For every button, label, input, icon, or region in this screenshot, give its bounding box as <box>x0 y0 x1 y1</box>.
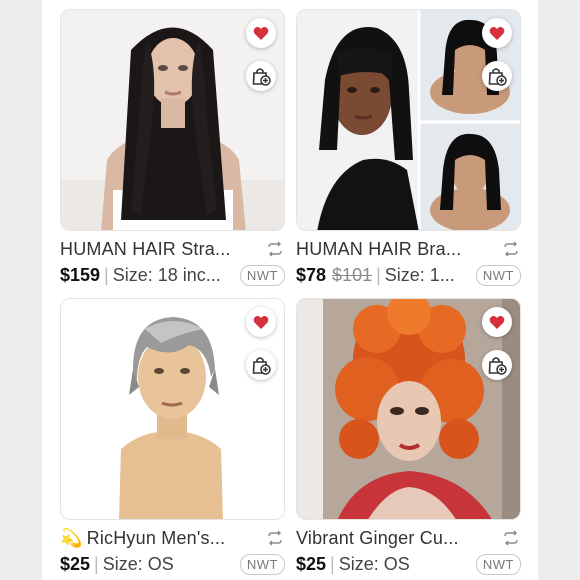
price-separator: | <box>330 553 335 574</box>
add-to-bundle-button[interactable] <box>246 61 276 91</box>
listing-price: $159 <box>60 264 101 285</box>
left-side-panel <box>0 0 42 580</box>
listing-card[interactable]: Vibrant Ginger Cu... $25 | Size: OS NWT <box>296 298 521 576</box>
heart-icon <box>489 26 505 40</box>
shopping-bag-plus-icon <box>252 357 271 375</box>
heart-icon <box>253 26 269 40</box>
like-button[interactable] <box>246 307 276 337</box>
listing-size: Size: 1... <box>384 264 455 285</box>
resell-button[interactable] <box>265 528 285 548</box>
listing-photo[interactable] <box>296 298 521 520</box>
like-button[interactable] <box>482 307 512 337</box>
listing-photo[interactable] <box>60 9 285 231</box>
listing-size: Size: OS <box>102 553 174 574</box>
condition-badge: NWT <box>239 553 285 575</box>
listing-title[interactable]: HUMAN HAIR Bra... <box>296 239 494 260</box>
shopping-bag-plus-icon <box>252 68 271 86</box>
listing-title[interactable]: Vibrant Ginger Cu... <box>296 528 494 549</box>
heart-icon <box>253 315 269 329</box>
price-separator: | <box>94 553 99 574</box>
listing-price: $25 <box>60 553 91 574</box>
listing-price: $25 <box>296 553 327 574</box>
price-separator: | <box>376 264 381 285</box>
like-button[interactable] <box>482 18 512 48</box>
listing-photo[interactable] <box>60 298 285 520</box>
listing-price: $78 <box>296 264 327 285</box>
repost-arrows-icon <box>268 530 282 546</box>
condition-badge: NWT <box>239 264 285 286</box>
resell-button[interactable] <box>265 239 285 259</box>
condition-badge: NWT <box>475 553 521 575</box>
repost-arrows-icon <box>504 241 518 257</box>
heart-icon <box>489 315 505 329</box>
shopping-bag-plus-icon <box>488 68 507 86</box>
listing-grid: HUMAN HAIR Stra... $159 | Size: 18 inc..… <box>60 9 521 580</box>
original-price: $101 <box>332 264 373 285</box>
like-button[interactable] <box>246 18 276 48</box>
listing-card[interactable]: HUMAN HAIR Stra... $159 | Size: 18 inc..… <box>60 9 285 287</box>
listing-title[interactable]: 💫 RicHyun Men's... <box>60 528 258 549</box>
listing-photo[interactable] <box>296 9 521 231</box>
add-to-bundle-button[interactable] <box>246 350 276 380</box>
repost-arrows-icon <box>504 530 518 546</box>
add-to-bundle-button[interactable] <box>482 61 512 91</box>
repost-arrows-icon <box>268 241 282 257</box>
listing-title[interactable]: HUMAN HAIR Stra... <box>60 239 258 260</box>
listing-title-text: Vibrant Ginger Cu... <box>296 527 459 548</box>
listing-size: Size: 18 inc... <box>112 264 221 285</box>
title-emoji: 💫 <box>60 527 83 548</box>
right-side-panel <box>538 0 580 580</box>
listing-card[interactable]: HUMAN HAIR Bra... $78 $101 | Size: 1... … <box>296 9 521 287</box>
listing-title-text: RicHyun Men's... <box>86 527 226 548</box>
listing-title-text: HUMAN HAIR Stra... <box>60 238 231 259</box>
resell-button[interactable] <box>501 528 521 548</box>
condition-badge: NWT <box>475 264 521 286</box>
shopping-bag-plus-icon <box>488 357 507 375</box>
price-separator: | <box>104 264 109 285</box>
listing-card[interactable]: 💫 RicHyun Men's... $25 | Size: OS NWT <box>60 298 285 576</box>
listing-size: Size: OS <box>338 553 410 574</box>
add-to-bundle-button[interactable] <box>482 350 512 380</box>
resell-button[interactable] <box>501 239 521 259</box>
listing-title-text: HUMAN HAIR Bra... <box>296 238 462 259</box>
